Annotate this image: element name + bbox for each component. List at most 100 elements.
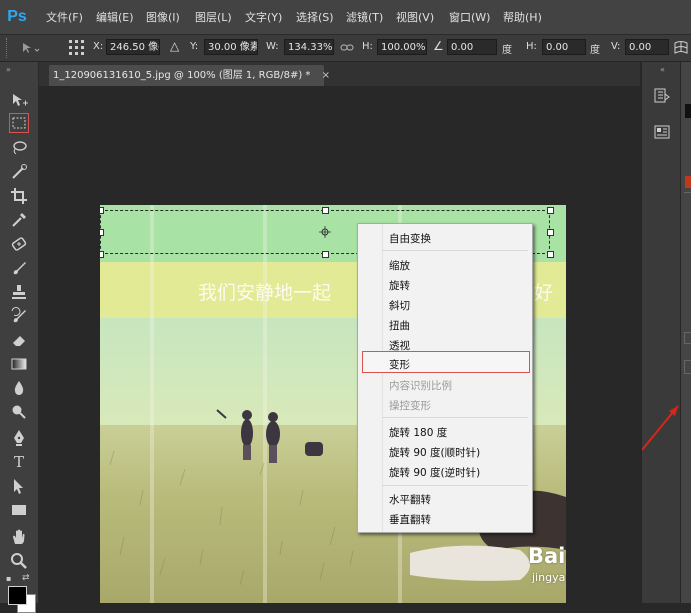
healing-brush-icon[interactable] (9, 234, 29, 254)
transform-handle-right[interactable] (547, 229, 554, 236)
options-grip[interactable] (6, 38, 9, 58)
v-skew-input[interactable]: 0.00 (625, 39, 669, 55)
menu-item-rotate-90-ccw[interactable]: 旋转 90 度(逆时针) (389, 465, 480, 480)
menu-edit[interactable]: 编辑(E) (96, 9, 134, 25)
menu-file[interactable]: 文件(F) (46, 9, 83, 25)
angle-icon: ∠ (433, 39, 444, 53)
menu-item-content-aware-scale: 内容识别比例 (389, 380, 452, 392)
red-pointer-arrow (642, 405, 679, 451)
h-label: H: (362, 41, 373, 52)
link-icon[interactable] (340, 43, 354, 53)
menu-image[interactable]: 图像(I) (146, 9, 180, 25)
y-input[interactable]: 30.00 像素 (204, 39, 258, 55)
menu-item-scale[interactable]: 缩放 (389, 258, 410, 273)
menu-separator (382, 485, 528, 486)
reference-point-icon[interactable] (68, 39, 86, 57)
w-input[interactable]: 134.33% (284, 39, 334, 55)
transform-tool-icon[interactable] (20, 40, 46, 56)
dodge-tool-icon[interactable] (9, 402, 29, 422)
collapsed-panel-dock: « (641, 62, 680, 603)
panel-dock-edge (680, 62, 691, 603)
pen-tool-icon[interactable] (9, 428, 29, 448)
warp-highlight-box (362, 351, 530, 373)
path-select-icon[interactable] (9, 476, 29, 496)
menu-type[interactable]: 文字(Y) (245, 9, 282, 25)
quick-select-icon[interactable] (9, 162, 29, 182)
h-skew-label: H: (526, 41, 537, 52)
menu-item-distort[interactable]: 扭曲 (389, 318, 410, 333)
properties-panel-icon[interactable] (652, 122, 672, 142)
menu-item-puppet-warp: 操控变形 (389, 400, 431, 412)
eyedropper-icon[interactable] (9, 210, 29, 230)
panel-divider (684, 192, 691, 193)
blur-tool-icon[interactable] (9, 378, 29, 398)
type-tool-icon[interactable]: T (9, 452, 29, 472)
v-skew-label: V: (611, 41, 621, 52)
menu-item-rotate-90-cw[interactable]: 旋转 90 度(顺时针) (389, 445, 480, 460)
zoom-tool-icon[interactable] (9, 551, 29, 571)
rectangle-tool-icon[interactable] (9, 500, 29, 520)
transform-handle-top-right[interactable] (547, 207, 554, 214)
menu-window[interactable]: 窗口(W) (449, 9, 490, 25)
menu-help[interactable]: 帮助(H) (503, 9, 542, 25)
hand-tool-icon[interactable] (9, 527, 29, 547)
crop-tool-icon[interactable] (9, 186, 29, 206)
delta-icon[interactable]: △ (170, 39, 179, 53)
warp-mode-icon[interactable] (673, 40, 689, 56)
gradient-tool-icon[interactable] (9, 354, 29, 374)
panel-swatch-red[interactable] (685, 176, 691, 188)
document-tab-bar: 1_120906131610_5.jpg @ 100% (图层 1, RGB/8… (39, 62, 640, 86)
h-input[interactable]: 100.00% (377, 39, 427, 55)
foreground-color-swatch[interactable] (8, 586, 27, 605)
transform-handle-bottom[interactable] (322, 251, 329, 258)
document-tab[interactable]: 1_120906131610_5.jpg @ 100% (图层 1, RGB/8… (49, 65, 330, 86)
transform-handle-top-left[interactable] (100, 207, 104, 214)
default-colors-icon[interactable]: ▪ (6, 574, 11, 583)
panel-swatch-dark[interactable] (685, 104, 691, 118)
swap-colors-icon[interactable]: ⇄ (22, 573, 30, 583)
transform-handle-left[interactable] (100, 229, 104, 236)
panel-control[interactable] (684, 360, 691, 374)
menu-layer[interactable]: 图层(L) (195, 9, 232, 25)
banner-text-left: 我们安静地一起 (198, 282, 332, 304)
menu-item-rotate-180[interactable]: 旋转 180 度 (389, 425, 447, 440)
collapse-tools-icon[interactable]: » (6, 65, 11, 74)
watermark-brand: Baidu经验 (528, 544, 566, 568)
watermark-url: jingyan.baidu.com (532, 571, 566, 584)
photoshop-logo: Ps (7, 8, 27, 25)
expand-panels-icon[interactable]: « (660, 65, 665, 74)
options-bar: X: 246.50 像§ △ Y: 30.00 像素 W: 134.33% H:… (0, 35, 691, 62)
angle-input[interactable]: 0.00 (447, 39, 497, 55)
close-tab-icon[interactable]: × (322, 70, 330, 81)
y-label: Y: (190, 41, 199, 52)
menu-view[interactable]: 视图(V) (396, 9, 434, 25)
panel-control[interactable] (684, 332, 691, 344)
move-tool-icon[interactable] (9, 90, 29, 110)
menu-separator (382, 250, 528, 251)
marquee-tool-icon[interactable] (9, 113, 29, 133)
h-skew-input[interactable]: 0.00 (542, 39, 586, 55)
brush-tool-icon[interactable] (9, 258, 29, 278)
lasso-tool-icon[interactable] (9, 138, 29, 158)
transform-handle-top[interactable] (322, 207, 329, 214)
menu-item-rotate[interactable]: 旋转 (389, 278, 410, 293)
eraser-tool-icon[interactable] (9, 330, 29, 350)
transform-center-icon[interactable] (319, 226, 331, 238)
angle-unit: 度 (502, 45, 512, 56)
menu-filter[interactable]: 滤镜(T) (346, 9, 383, 25)
history-brush-icon[interactable] (9, 306, 29, 326)
menu-select[interactable]: 选择(S) (296, 9, 334, 25)
h-skew-unit: 度 (590, 45, 600, 56)
menu-item-free-transform[interactable]: 自由变换 (389, 231, 431, 246)
transform-handle-bottom-left[interactable] (100, 251, 104, 258)
menu-item-warp[interactable]: 变形 (389, 357, 410, 372)
x-input[interactable]: 246.50 像§ (106, 39, 160, 55)
document-tab-title: 1_120906131610_5.jpg @ 100% (图层 1, RGB/8… (53, 70, 311, 81)
menu-item-flip-horizontal[interactable]: 水平翻转 (389, 492, 431, 507)
tools-panel: » T ▪ ⇄ (0, 62, 39, 613)
menu-item-flip-vertical[interactable]: 垂直翻转 (389, 512, 431, 527)
history-panel-icon[interactable] (652, 86, 672, 106)
clone-stamp-icon[interactable] (9, 282, 29, 302)
menu-item-skew[interactable]: 斜切 (389, 298, 410, 313)
transform-handle-bottom-right[interactable] (547, 251, 554, 258)
